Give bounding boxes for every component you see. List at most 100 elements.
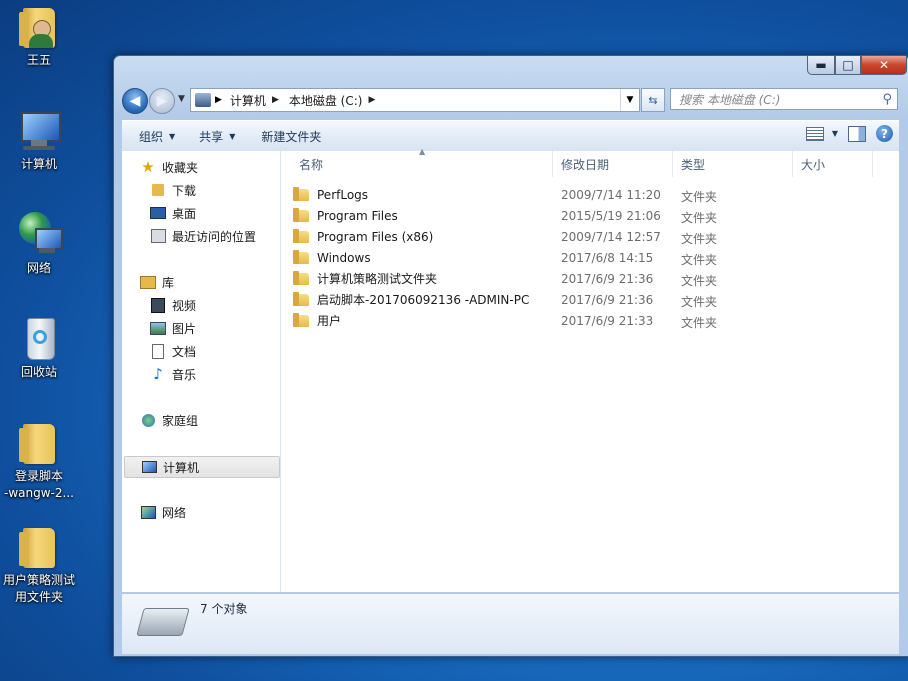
nav-label: 计算机 — [163, 460, 200, 475]
organize-label: 组织 — [139, 129, 164, 144]
breadcrumb-label: 本地磁盘 (C:) — [288, 93, 363, 108]
column-header-name[interactable]: ▲ 名称 — [281, 147, 553, 177]
folder-icon — [15, 418, 63, 466]
table-row[interactable]: Windows — [293, 247, 371, 268]
new-folder-label: 新建文件夹 — [261, 129, 322, 144]
table-row[interactable]: 计算机策略测试文件夹 — [293, 268, 437, 289]
column-header-size[interactable]: 大小 — [793, 151, 873, 177]
chevron-down-icon: ▼ — [831, 129, 838, 138]
share-button[interactable]: 共享 ▼ — [190, 128, 244, 145]
picture-icon — [150, 321, 166, 335]
search-placeholder: 搜索 本地磁盘 (C:) — [679, 92, 781, 107]
new-folder-button[interactable]: 新建文件夹 — [252, 128, 330, 145]
table-row[interactable]: 启动脚本-201706092136 -ADMIN-PC — [293, 289, 529, 310]
modified-date: 2017/6/9 21:36 — [561, 272, 654, 286]
modified-date: 2009/7/14 12:57 — [561, 230, 661, 244]
command-bar: 组织 ▼ 共享 ▼ 新建文件夹 ▼ ? — [122, 120, 899, 152]
desktop-icon-user[interactable]: 王五 — [2, 2, 76, 69]
recent-places-icon — [150, 229, 166, 243]
nav-computer[interactable]: 计算机 — [124, 456, 280, 478]
back-button[interactable]: ◀ — [122, 88, 148, 114]
column-header-type[interactable]: 类型 — [673, 151, 793, 177]
breadcrumb-chevron-icon[interactable]: ▶ — [272, 95, 279, 105]
share-label: 共享 — [199, 129, 224, 144]
breadcrumb-label: 计算机 — [229, 93, 266, 108]
homegroup-icon — [140, 413, 156, 427]
network-small-icon — [140, 505, 156, 519]
folder-icon — [293, 228, 309, 243]
caption-buttons: ▬ □ ✕ — [807, 56, 907, 76]
maximize-button[interactable]: □ — [835, 56, 861, 75]
table-row[interactable]: Program Files — [293, 205, 398, 226]
computer-small-icon — [195, 93, 211, 107]
navigation-pane: ★ 收藏夹 下载 桌面 最近访问的位置 库 视频 图片 文档 ♪ 音乐 家庭组 … — [122, 151, 281, 592]
address-dropdown-button[interactable]: ▼ — [620, 89, 639, 111]
forward-button[interactable]: ▶ — [149, 88, 175, 114]
file-name: PerfLogs — [317, 187, 369, 202]
folder-icon — [293, 270, 309, 285]
nav-homegroup[interactable]: 家庭组 — [140, 410, 296, 430]
breadcrumb-chevron-icon[interactable]: ▶ — [368, 95, 375, 105]
breadcrumb-computer[interactable]: 计算机 ▶ — [226, 92, 285, 109]
search-input[interactable]: 搜索 本地磁盘 (C:) ⚲ — [670, 88, 898, 110]
nav-label: 最近访问的位置 — [172, 229, 257, 244]
file-type: 文件夹 — [681, 253, 718, 267]
nav-libraries[interactable]: 库 — [140, 272, 296, 292]
table-row[interactable]: Program Files (x86) — [293, 226, 433, 247]
minimize-button[interactable]: ▬ — [807, 56, 835, 75]
desktop-icon-label-line2: -wangw-2... — [4, 486, 74, 500]
folder-icon — [293, 312, 309, 327]
file-type: 文件夹 — [681, 190, 718, 204]
help-icon[interactable]: ? — [876, 125, 893, 142]
nav-label: 收藏夹 — [162, 160, 199, 175]
file-type: 文件夹 — [681, 274, 718, 288]
chevron-down-icon: ▼ — [229, 131, 236, 141]
nav-network[interactable]: 网络 — [140, 502, 296, 522]
refresh-button[interactable]: ⇆ — [641, 88, 665, 112]
modified-date: 2017/6/9 21:36 — [561, 293, 654, 307]
explorer-window: ▬ □ ✕ ◀ ▶ ▼ ▶ 计算机 ▶ 本地磁盘 (C:) ▶ ▼ ⇆ 搜索 本… — [113, 55, 908, 657]
chevron-down-icon: ▼ — [169, 131, 176, 141]
desktop-icon-network[interactable]: 网络 — [2, 210, 76, 277]
nav-label: 文档 — [172, 344, 197, 359]
nav-label: 图片 — [172, 321, 197, 336]
change-view-button[interactable]: ▼ — [805, 126, 838, 141]
nav-label: 下载 — [172, 183, 197, 198]
breadcrumb-local-disk[interactable]: 本地磁盘 (C:) ▶ — [285, 92, 382, 109]
desktop-icon-user-policy-folder[interactable]: 用户策略测试 用文件夹 — [2, 522, 76, 606]
hard-drive-icon — [136, 608, 190, 636]
recent-pages-dropdown[interactable]: ▼ — [178, 94, 185, 104]
desktop-icon-computer[interactable]: 计算机 — [2, 106, 76, 173]
breadcrumb-separator-icon: ▶ — [215, 95, 222, 105]
preview-pane-icon[interactable] — [848, 125, 866, 142]
file-type: 文件夹 — [681, 211, 718, 225]
folder-icon — [293, 186, 309, 201]
nav-label: 桌面 — [172, 206, 197, 221]
desktop-icon-login-script-folder[interactable]: 登录脚本 -wangw-2... — [2, 418, 76, 502]
nav-favorites[interactable]: ★ 收藏夹 — [140, 157, 296, 177]
content-area: ★ 收藏夹 下载 桌面 最近访问的位置 库 视频 图片 文档 ♪ 音乐 家庭组 … — [122, 147, 899, 592]
arrow-left-icon: ◀ — [129, 93, 141, 109]
search-icon[interactable]: ⚲ — [882, 92, 892, 107]
modified-date: 2017/6/9 21:33 — [561, 314, 654, 328]
close-button[interactable]: ✕ — [861, 56, 907, 75]
file-type: 文件夹 — [681, 232, 718, 246]
document-icon — [150, 343, 166, 359]
organize-button[interactable]: 组织 ▼ — [130, 128, 184, 145]
network-globe-icon — [15, 210, 63, 258]
file-type: 文件夹 — [681, 295, 718, 309]
table-row[interactable]: PerfLogs — [293, 184, 369, 205]
file-name: Program Files — [317, 208, 398, 223]
nav-label: 音乐 — [172, 367, 197, 382]
computer-small-icon — [141, 460, 157, 474]
nav-label: 视频 — [172, 298, 197, 313]
nav-label: 库 — [162, 275, 175, 290]
desktop-icon-recycle-bin[interactable]: 回收站 — [2, 314, 76, 381]
file-name: Windows — [317, 250, 371, 265]
file-name: 用户 — [317, 314, 342, 328]
table-row[interactable]: 用户 — [293, 310, 342, 331]
column-header-modified[interactable]: 修改日期 — [553, 151, 673, 177]
desktop-icon — [150, 206, 166, 220]
music-note-icon: ♪ — [153, 365, 163, 383]
address-bar[interactable]: ▶ 计算机 ▶ 本地磁盘 (C:) ▶ ▼ — [190, 88, 640, 112]
